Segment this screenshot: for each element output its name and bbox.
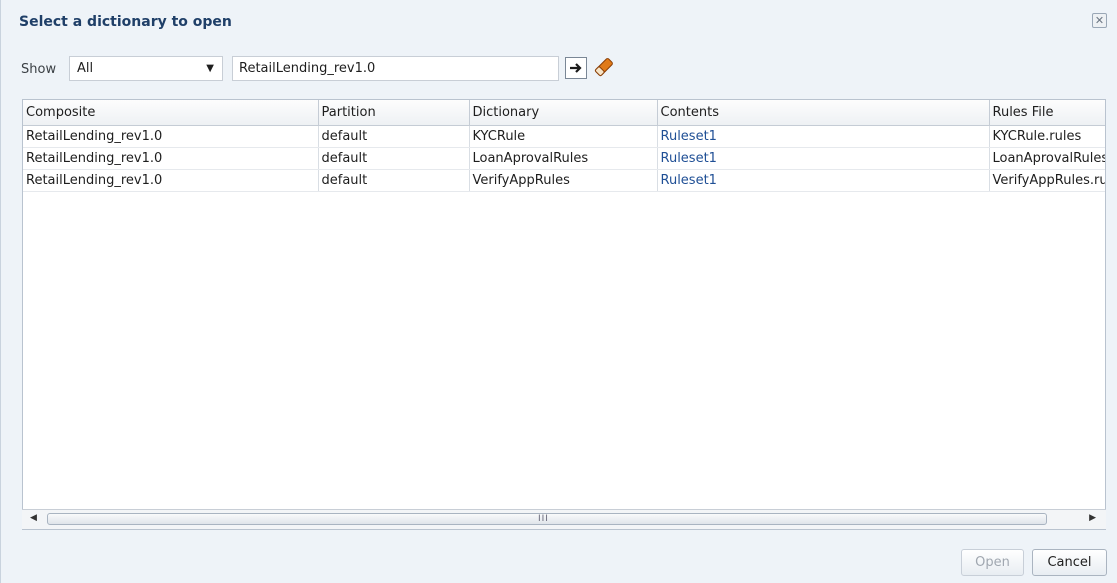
cell-partition: default [318,169,470,192]
table-row[interactable]: RetailLending_rev1.0 default LoanAproval… [23,147,1105,170]
cell-composite: RetailLending_rev1.0 [23,125,319,148]
show-select[interactable]: All ▼ [69,56,223,81]
scroll-right-icon[interactable]: ▶ [1089,513,1096,523]
cell-composite: RetailLending_rev1.0 [23,147,319,170]
dictionary-table: Composite Partition Dictionary Contents … [22,99,1106,530]
horizontal-scrollbar[interactable]: ◀ III ▶ [22,509,1106,529]
column-header-composite[interactable]: Composite [23,100,319,126]
scrollbar-thumb[interactable]: III [47,513,1047,525]
cancel-button[interactable]: Cancel [1032,549,1107,576]
column-header-dictionary[interactable]: Dictionary [469,100,658,126]
cell-dictionary: LoanAprovalRules [469,147,658,170]
scrollbar-grip: III [538,514,549,524]
cell-contents-link[interactable]: Ruleset1 [657,125,990,148]
column-header-contents[interactable]: Contents [657,100,990,126]
scroll-left-icon[interactable]: ◀ [30,513,37,523]
cell-rules-file: LoanAprovalRules.rules [989,147,1105,170]
table-header-row: Composite Partition Dictionary Contents … [23,100,1105,126]
cell-composite: RetailLending_rev1.0 [23,169,319,192]
show-label: Show [21,62,57,77]
table-row[interactable]: RetailLending_rev1.0 default VerifyAppRu… [23,169,1105,192]
cell-partition: default [318,125,470,148]
open-dictionary-dialog: Select a dictionary to open ✕ Show All ▼… [0,0,1117,583]
show-select-value: All [77,61,94,76]
chevron-down-icon: ▼ [206,63,214,74]
cell-dictionary: VerifyAppRules [469,169,658,192]
cell-contents-link[interactable]: Ruleset1 [657,147,990,170]
cell-rules-file: VerifyAppRules.rules [989,169,1105,192]
cell-partition: default [318,147,470,170]
dialog-title: Select a dictionary to open [19,14,232,30]
arrow-right-icon[interactable] [565,57,587,79]
column-header-partition[interactable]: Partition [318,100,470,126]
table-row[interactable]: RetailLending_rev1.0 default KYCRule Rul… [23,125,1105,148]
open-button[interactable]: Open [961,549,1024,576]
cell-dictionary: KYCRule [469,125,658,148]
search-input[interactable] [232,56,559,81]
cell-rules-file: KYCRule.rules [989,125,1105,148]
column-header-rules-file[interactable]: Rules File [989,100,1105,126]
close-icon[interactable]: ✕ [1092,13,1107,28]
eraser-icon[interactable] [591,54,617,80]
cell-contents-link[interactable]: Ruleset1 [657,169,990,192]
